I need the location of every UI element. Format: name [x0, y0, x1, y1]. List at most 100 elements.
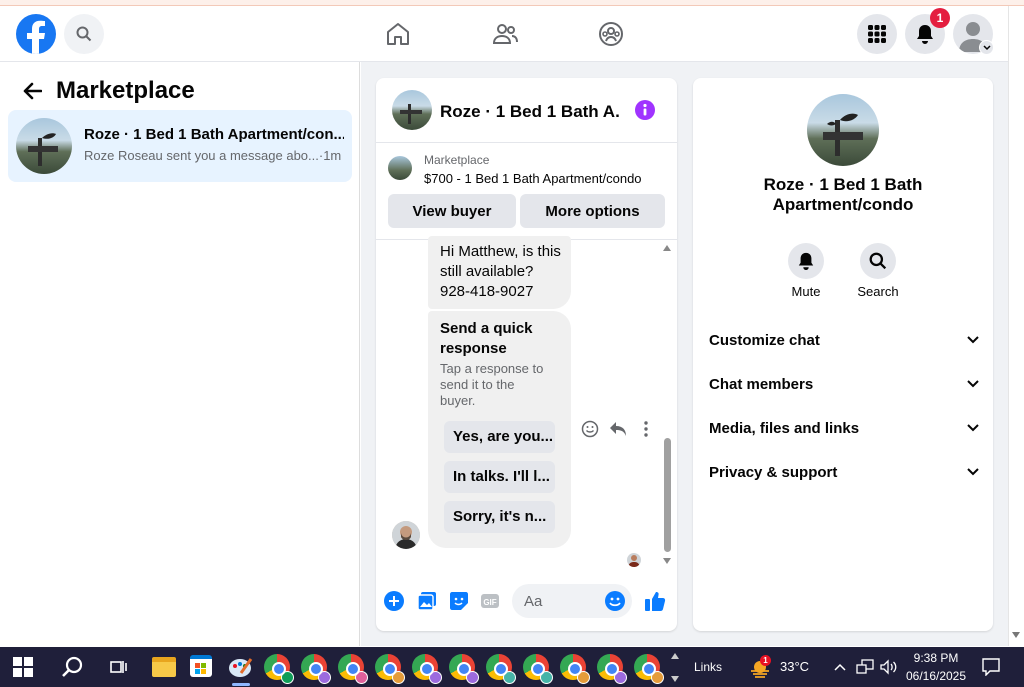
contact-name: Roze · 1 Bed 1 Bath Apartment/condo: [763, 175, 923, 214]
svg-text:GIF: GIF: [483, 598, 496, 607]
file-explorer-icon[interactable]: [152, 657, 176, 677]
section-privacy-support[interactable]: Privacy & support: [709, 461, 979, 483]
bell-icon: [917, 25, 933, 44]
search-in-chat-button[interactable]: [860, 243, 896, 279]
chrome-taskbar-icon[interactable]: [301, 654, 331, 684]
chat-scroll-up[interactable]: [663, 245, 671, 251]
start-button[interactable]: [8, 654, 38, 680]
sticker-button[interactable]: [448, 590, 470, 612]
listing-title[interactable]: $700 - 1 Bed 1 Bath Apartment/condo: [424, 171, 642, 186]
chrome-taskbar-icon[interactable]: [523, 654, 553, 684]
back-button[interactable]: [18, 78, 46, 104]
chrome-taskbar-icon[interactable]: [560, 654, 590, 684]
react-button[interactable]: [580, 419, 600, 439]
info-button[interactable]: [635, 100, 655, 120]
chevron-down-icon: [967, 424, 979, 432]
paint-app-icon[interactable]: [227, 655, 253, 679]
chat-header-title[interactable]: Roze · 1 Bed 1 Bath A...: [440, 102, 620, 122]
home-tab[interactable]: [378, 16, 418, 52]
chrome-taskbar-icon[interactable]: [412, 654, 442, 684]
section-chat-members[interactable]: Chat members: [709, 373, 979, 395]
person-avatar-icon: [392, 521, 420, 549]
section-label: Chat members: [709, 375, 814, 393]
menu-button[interactable]: [857, 14, 897, 54]
like-button[interactable]: [643, 589, 667, 613]
reply-button[interactable]: [608, 419, 628, 439]
bell-icon: [798, 252, 814, 270]
plus-icon: [389, 596, 399, 606]
conversation-preview: Roze Roseau sent you a message abo...·1m: [84, 148, 341, 163]
task-view-icon: [110, 661, 127, 673]
reply-icon: [610, 422, 626, 436]
quick-response-option[interactable]: Yes, are you...: [444, 421, 555, 453]
gif-button[interactable]: GIF: [479, 590, 501, 612]
taskbar-active-indicator: [232, 683, 250, 686]
task-view-button[interactable]: [106, 654, 132, 680]
store-icon[interactable]: [190, 655, 212, 677]
more-attachments-button[interactable]: [384, 591, 404, 611]
mute-label: Mute: [791, 284, 821, 299]
attach-image-button[interactable]: [416, 590, 438, 612]
conversation-thumbnail: [16, 118, 72, 174]
smiley-icon: [581, 420, 599, 438]
emoji-button[interactable]: [605, 591, 625, 611]
clock-date[interactable]: 06/16/2025: [902, 669, 970, 683]
gif-icon: GIF: [481, 594, 499, 608]
facebook-logo[interactable]: [16, 14, 56, 54]
notification-center-button[interactable]: [980, 656, 1002, 678]
page-scrollbar[interactable]: [1008, 6, 1024, 646]
hidden-icons-chevron[interactable]: [832, 659, 848, 675]
section-customize-chat[interactable]: Customize chat: [709, 329, 979, 351]
friends-tab[interactable]: [485, 16, 525, 52]
search-button[interactable]: [64, 14, 104, 54]
listing-thumbnail: [388, 156, 412, 180]
scroll-down-arrow[interactable]: [1012, 632, 1020, 638]
message-text: Hi Matthew, is this still available? 928…: [440, 243, 561, 300]
more-options-button[interactable]: More options: [520, 194, 665, 228]
quick-response-option[interactable]: In talks. I'll l...: [444, 461, 555, 493]
section-label: Customize chat: [709, 331, 820, 349]
emoji-icon: [609, 597, 621, 607]
quick-response-option[interactable]: Sorry, it's n...: [444, 501, 555, 533]
links-toolbar[interactable]: Links: [694, 660, 722, 674]
temperature[interactable]: 33°C: [780, 659, 809, 674]
sticker-icon: [450, 592, 468, 610]
chrome-taskbar-icon[interactable]: [264, 654, 294, 684]
home-icon: [387, 23, 409, 45]
speaker-icon: [880, 659, 897, 675]
listing-image-icon: [823, 113, 863, 156]
listing-source: Marketplace: [424, 153, 490, 167]
section-media-files-links[interactable]: Media, files and links: [709, 417, 979, 439]
chat-scrollbar-thumb[interactable]: [664, 438, 671, 552]
chrome-taskbar-icon[interactable]: [634, 654, 664, 684]
chrome-taskbar-icon[interactable]: [597, 654, 627, 684]
message-input-placeholder: Aa: [524, 593, 543, 610]
volume-icon[interactable]: [879, 657, 899, 677]
chrome-taskbar-icon[interactable]: [375, 654, 405, 684]
groups-tab[interactable]: [591, 16, 631, 52]
chrome-taskbar-icon[interactable]: [449, 654, 479, 684]
chat-header-avatar[interactable]: [392, 90, 432, 130]
taskbar-scroll-up[interactable]: [671, 653, 679, 659]
view-buyer-button[interactable]: View buyer: [388, 194, 516, 228]
network-icon[interactable]: [855, 657, 875, 677]
account-chevron[interactable]: [979, 40, 994, 55]
taskbar-scroll-down[interactable]: [671, 676, 679, 682]
friends-icon: [492, 24, 518, 44]
sender-avatar[interactable]: [392, 521, 420, 549]
clock-time[interactable]: 9:38 PM: [906, 651, 966, 665]
more-actions-button[interactable]: [636, 419, 656, 439]
chrome-taskbar-icon[interactable]: [486, 654, 516, 684]
conversation-title: Roze · 1 Bed 1 Bath Apartment/con...: [84, 126, 344, 143]
chat-scroll-down[interactable]: [663, 558, 671, 564]
palette-icon: [229, 658, 253, 677]
mute-button[interactable]: [788, 243, 824, 279]
contact-avatar-large[interactable]: [807, 94, 879, 166]
chrome-taskbar-icon[interactable]: [338, 654, 368, 684]
taskbar-search[interactable]: [57, 653, 87, 681]
section-label: Privacy & support: [709, 463, 838, 481]
weather-badge: 1: [760, 655, 771, 666]
ethernet-icon: [856, 659, 874, 674]
conversation-preview-text: Roze Roseau sent you a message abo...: [84, 148, 319, 163]
listing-image-icon: [28, 133, 58, 166]
